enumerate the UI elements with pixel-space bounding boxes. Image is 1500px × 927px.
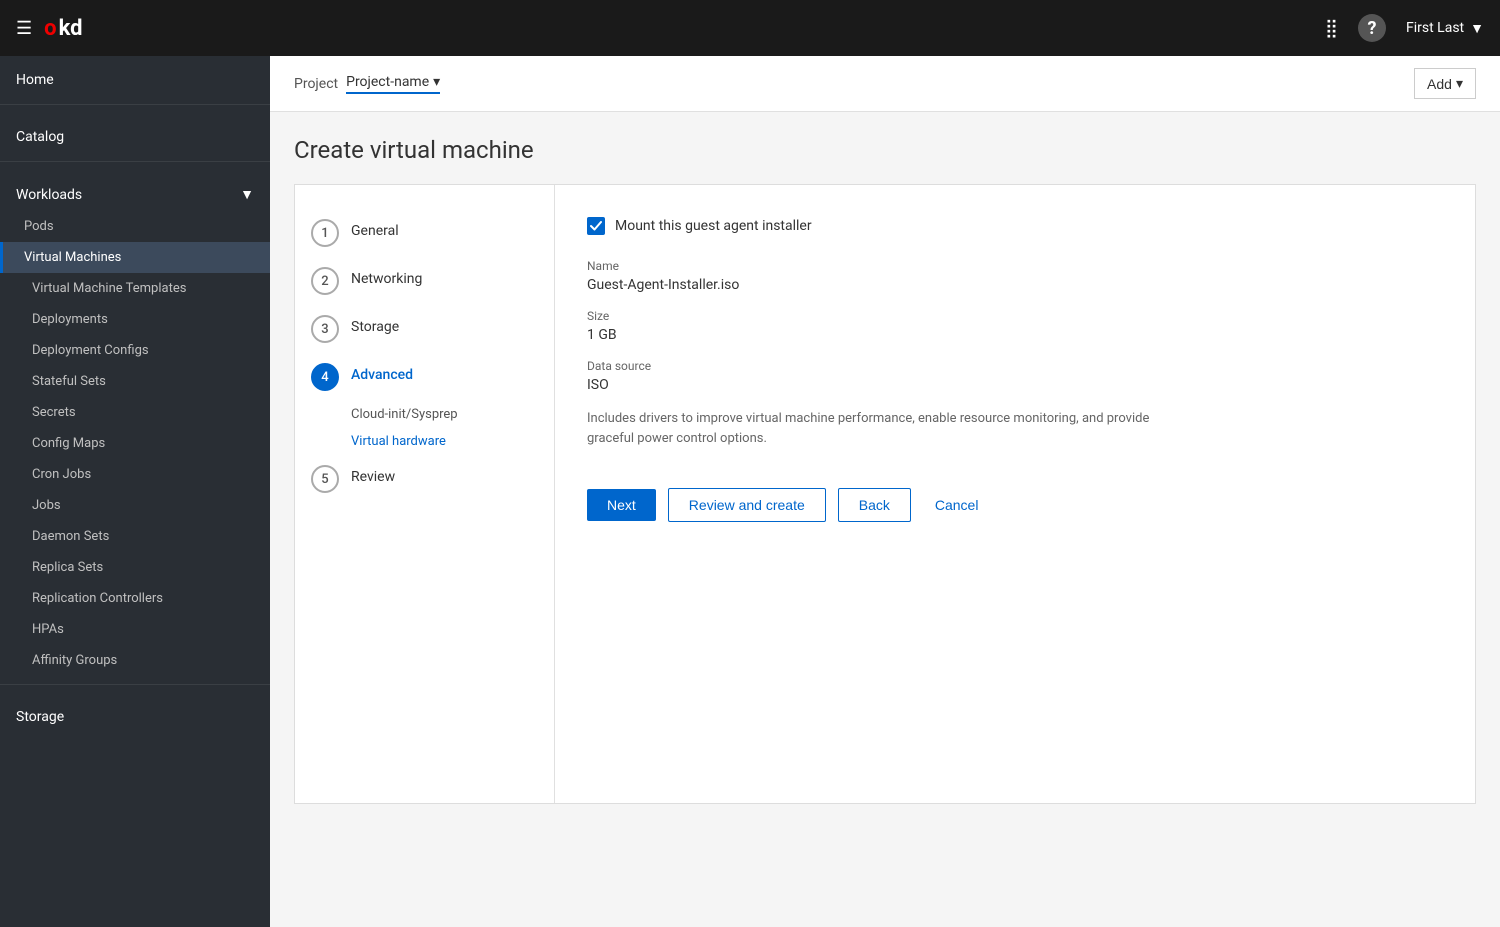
datasource-label: Data source [587,359,1443,373]
add-button[interactable]: Add ▾ [1414,68,1476,99]
topnav-right: ⣿ ? First Last ▼ [1325,14,1484,42]
step-sub-cloud-init[interactable]: Cloud-init/Sysprep [295,401,554,428]
step-1[interactable]: 1 General [295,209,554,257]
steps-panel: 1 General 2 Networking 3 Storage 4 Advan… [295,185,555,803]
topnav: ☰ okd ⣿ ? First Last ▼ [0,0,1500,56]
sidebar-divider-2 [0,161,270,162]
step-2-number: 2 [311,267,339,295]
sidebar-item-hpas[interactable]: HPAs [0,614,270,645]
step-5-label: Review [351,465,395,485]
datasource-value: ISO [587,377,1443,393]
step-4[interactable]: 4 Advanced [295,353,554,401]
page-content: Create virtual machine 1 General 2 Netwo… [270,112,1500,828]
wizard-card: 1 General 2 Networking 3 Storage 4 Advan… [294,184,1476,804]
step-4-label: Advanced [351,363,413,383]
mount-checkbox[interactable] [587,217,605,235]
add-label: Add [1427,76,1452,92]
sidebar-home[interactable]: Home [0,56,270,96]
logo-o: o [44,16,56,41]
sidebar-item-stateful-sets[interactable]: Stateful Sets [0,366,270,397]
step-3-number: 3 [311,315,339,343]
user-menu[interactable]: First Last ▼ [1406,20,1484,37]
sidebar-item-secrets[interactable]: Secrets [0,397,270,428]
sidebar-item-daemon-sets[interactable]: Daemon Sets [0,521,270,552]
checkmark-icon [590,220,602,232]
project-bar-left: Project Project-name ▾ [294,74,440,94]
sidebar-item-deployments[interactable]: Deployments [0,304,270,335]
sidebar-item-config-maps[interactable]: Config Maps [0,428,270,459]
datasource-field: Data source ISO [587,359,1443,393]
sidebar-item-replica-sets[interactable]: Replica Sets [0,552,270,583]
step-3-label: Storage [351,315,399,335]
name-field: Name Guest-Agent-Installer.iso [587,259,1443,293]
page-title: Create virtual machine [294,136,1476,164]
hamburger-icon[interactable]: ☰ [16,18,32,39]
step-5[interactable]: 5 Review [295,455,554,503]
button-row: Next Review and create Back Cancel [587,488,1443,522]
size-field: Size 1 GB [587,309,1443,343]
grid-icon[interactable]: ⣿ [1325,18,1338,39]
user-name: First Last [1406,20,1464,36]
name-label: Name [587,259,1443,273]
size-value: 1 GB [587,327,1443,343]
project-dropdown-icon: ▾ [433,74,440,90]
step-2-label: Networking [351,267,422,287]
description-text: Includes drivers to improve virtual mach… [587,409,1187,448]
main-content: Project Project-name ▾ Add ▾ Create virt… [270,56,1500,927]
sidebar-divider-1 [0,104,270,105]
step-1-number: 1 [311,219,339,247]
help-icon[interactable]: ? [1358,14,1386,42]
sidebar-item-replication-controllers[interactable]: Replication Controllers [0,583,270,614]
step-5-number: 5 [311,465,339,493]
sidebar-item-pods[interactable]: Pods [0,211,270,242]
layout: Home Catalog Workloads ▼ Pods Virtual Ma… [0,56,1500,927]
sidebar-item-cron-jobs[interactable]: Cron Jobs [0,459,270,490]
project-bar: Project Project-name ▾ Add ▾ [270,56,1500,112]
sidebar-storage[interactable]: Storage [0,693,270,733]
project-select[interactable]: Project-name ▾ [346,74,440,94]
sidebar-item-affinity-groups[interactable]: Affinity Groups [0,645,270,676]
next-button[interactable]: Next [587,489,656,521]
step-3[interactable]: 3 Storage [295,305,554,353]
sidebar-workloads-header[interactable]: Workloads ▼ [0,170,270,211]
step-sub-virtual-hardware[interactable]: Virtual hardware [295,428,554,455]
content-panel: Mount this guest agent installer Name Gu… [555,185,1475,803]
app-logo: okd [44,16,82,41]
sidebar-divider-3 [0,684,270,685]
checkbox-label: Mount this guest agent installer [615,218,812,234]
sidebar-item-deployment-configs[interactable]: Deployment Configs [0,335,270,366]
sidebar: Home Catalog Workloads ▼ Pods Virtual Ma… [0,56,270,927]
step-1-label: General [351,219,399,239]
add-dropdown-icon: ▾ [1456,75,1463,92]
project-name: Project-name [346,74,429,90]
name-value: Guest-Agent-Installer.iso [587,277,1443,293]
checkbox-row: Mount this guest agent installer [587,217,1443,235]
review-and-create-button[interactable]: Review and create [668,488,826,522]
step-4-number: 4 [311,363,339,391]
sidebar-catalog[interactable]: Catalog [0,113,270,153]
sidebar-item-jobs[interactable]: Jobs [0,490,270,521]
workloads-chevron-icon: ▼ [240,186,254,203]
step-2[interactable]: 2 Networking [295,257,554,305]
sidebar-item-virtual-machines[interactable]: Virtual Machines [0,242,270,273]
size-label: Size [587,309,1443,323]
cancel-button[interactable]: Cancel [923,489,991,521]
back-button[interactable]: Back [838,488,911,522]
logo-kd: kd [59,16,83,41]
project-label: Project [294,76,338,92]
sidebar-item-vm-templates[interactable]: Virtual Machine Templates [0,273,270,304]
user-dropdown-icon: ▼ [1470,20,1484,37]
